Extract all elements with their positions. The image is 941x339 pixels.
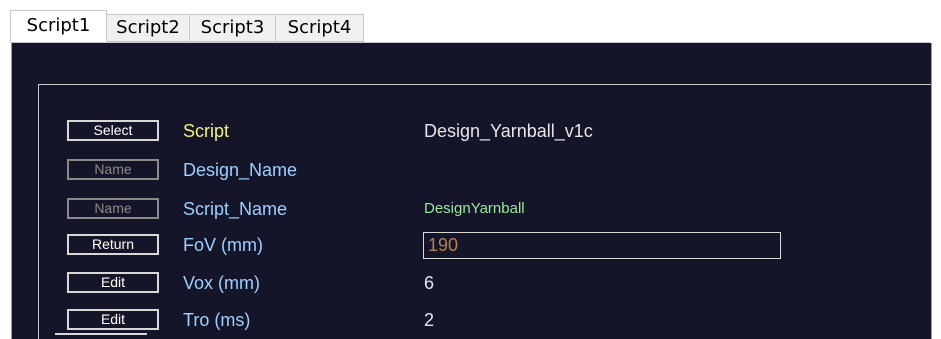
tro-row: Edit Tro (ms) 2 [12,308,912,336]
design-name-row: Name Design_Name [12,158,912,186]
script-panel: Select Script Design_Yarnball_v1c Name D… [11,43,932,339]
vox-value: 6 [424,273,435,293]
script-name-button[interactable]: Name [67,198,159,219]
design-name-button[interactable]: Name [67,159,159,180]
tab-script1[interactable]: Script1 [10,10,107,42]
script-label: Script [183,121,230,141]
return-button[interactable]: Return [67,234,159,255]
next-row-button-partial[interactable] [55,333,147,339]
tab-script2[interactable]: Script2 [106,14,190,42]
edit-tro-button[interactable]: Edit [67,309,159,330]
script-value: Design_Yarnball_v1c [424,121,593,141]
fov-input[interactable] [423,232,781,259]
tro-label: Tro (ms) [183,310,251,330]
script-row: Select Script Design_Yarnball_v1c [12,119,912,147]
tab-strip: Script1 Script2 Script3 Script4 [0,0,941,42]
tro-value: 2 [424,310,435,330]
vox-row: Edit Vox (mm) 6 [12,271,912,299]
vox-label: Vox (mm) [183,273,261,293]
script-name-row: Name Script_Name DesignYarnball [12,197,912,225]
design-name-label: Design_Name [183,160,298,180]
fov-row: Return FoV (mm) [12,232,912,261]
edit-vox-button[interactable]: Edit [67,272,159,293]
tab-script4[interactable]: Script4 [275,14,364,42]
select-script-button[interactable]: Select [67,120,159,141]
script-name-label: Script_Name [183,199,288,219]
tab-script3[interactable]: Script3 [189,14,276,42]
fov-label: FoV (mm) [183,235,263,255]
app-window: Script1 Script2 Script3 Script4 Select S… [0,0,941,339]
script-name-value: DesignYarnball [424,200,525,217]
